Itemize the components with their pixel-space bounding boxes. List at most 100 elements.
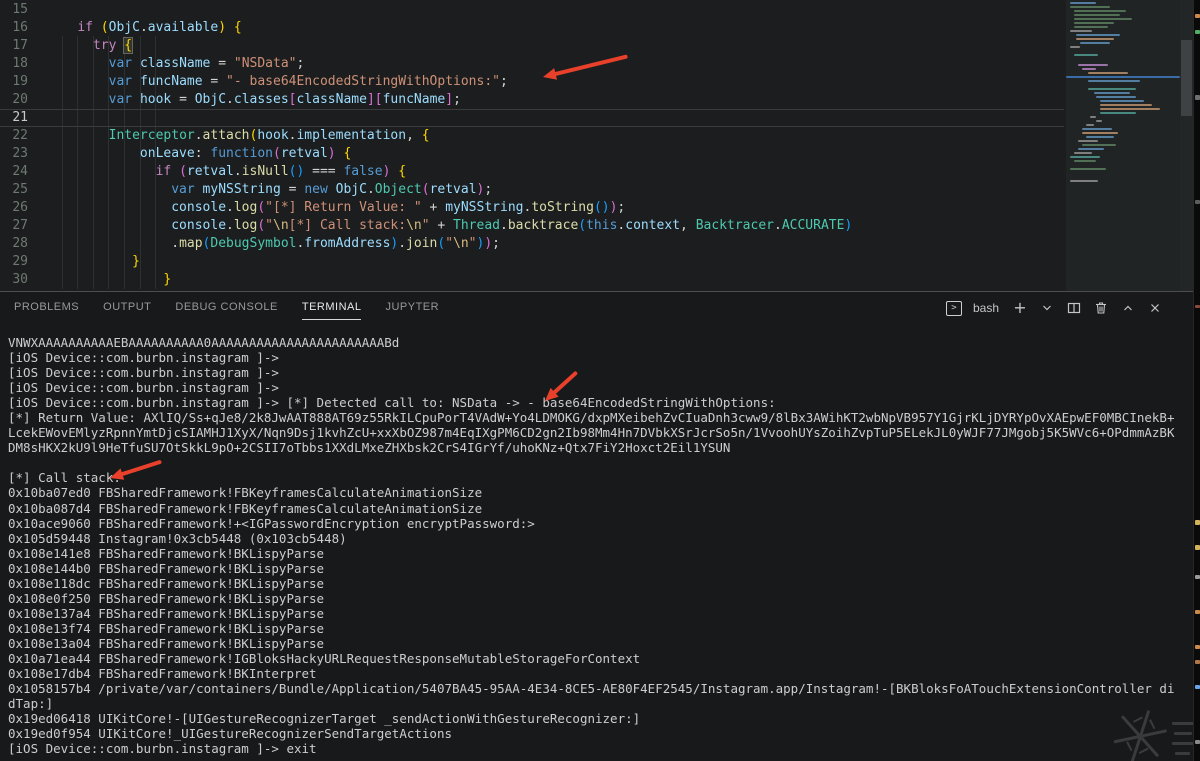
code-line-25[interactable]: 25 var myNSString = new ObjC.Object(retv… — [0, 181, 1064, 199]
sliver-fragment — [1195, 95, 1200, 100]
code-line-28[interactable]: 28 .map(DebugSymbol.fromAddress).join("\… — [0, 235, 1064, 253]
minimap-line — [1090, 116, 1096, 118]
terminal-row: 0x10ba07ed0 FBSharedFramework!FBKeyframe… — [8, 485, 483, 501]
minimap-line — [1082, 68, 1096, 70]
code-text: if (retval.isNull() === false) { — [155, 164, 407, 179]
code-line-23[interactable]: 23 onLeave: function(retval) { — [0, 145, 1064, 163]
code-line-22[interactable]: 22 Interceptor.attach(hook.implementatio… — [0, 127, 1064, 145]
code-text: } — [163, 272, 172, 287]
terminal-row: 0x10ace9060 FBSharedFramework!+<IGPasswo… — [8, 515, 535, 531]
sliver-fragment — [1195, 520, 1200, 525]
code-line-30[interactable]: 30 } — [0, 271, 1064, 289]
snowflake-icon — [1102, 698, 1178, 761]
terminal-row: LcekEWovEMlyzRpnnYmtDjcSIAMHJ1XyX/Nqn9Ds… — [8, 425, 1175, 441]
minimap-line — [1078, 64, 1108, 66]
minimap[interactable] — [1066, 0, 1180, 291]
line-number: 20 — [12, 92, 28, 107]
code-line-20[interactable]: 20 var hook = ObjC.classes[className][fu… — [0, 91, 1064, 109]
minimap-line — [1100, 112, 1136, 114]
code-text: var myNSString = new ObjC.Object(retval)… — [171, 182, 493, 197]
code-line-16[interactable]: 16 if (ObjC.available) { — [0, 19, 1064, 37]
code-text: .map(DebugSymbol.fromAddress).join("\n")… — [171, 236, 500, 251]
code-text: try { — [92, 37, 134, 54]
terminal-row: VNWXAAAAAAAAAAEBAAAAAAAAAA0AAAAAAAAAAAAA… — [8, 335, 400, 350]
editor-scrollbar-thumb[interactable] — [1181, 40, 1192, 116]
terminal-row: 0x108e13f74 FBSharedFramework!BKLispyPar… — [8, 620, 325, 636]
terminal-row: [iOS Device::com.burbn.instagram ]-> — [8, 350, 279, 366]
code-text: } — [132, 254, 140, 269]
minimap-line — [1082, 128, 1112, 130]
minimap-line — [1100, 104, 1152, 106]
line-number: 26 — [12, 200, 28, 215]
code-text: Interceptor.attach(hook.implementation, … — [108, 128, 430, 143]
code-line-18[interactable]: 18 var className = "NSData"; — [0, 55, 1064, 73]
terminal-row: 0x10a71ea44 FBSharedFramework!IGBloksHac… — [8, 650, 641, 666]
minimap-line — [1078, 140, 1098, 142]
sliver-fragment — [1195, 30, 1200, 34]
watermark-logo — [1096, 698, 1200, 761]
minimap-line — [1078, 148, 1104, 150]
terminal-row: 0x108e13a04 FBSharedFramework!BKLispyPar… — [8, 635, 325, 651]
line-number: 21 — [12, 110, 28, 125]
code-editor[interactable]: 15 16 if (ObjC.available) {17 try {18 var… — [0, 0, 1193, 291]
line-number: 25 — [12, 182, 28, 197]
line-number: 28 — [12, 236, 28, 251]
minimap-line — [1070, 46, 1080, 48]
new-terminal-icon[interactable]: + — [1012, 300, 1028, 316]
code-line-19[interactable]: 19 var funcName = "- base64EncodedString… — [0, 73, 1064, 91]
code-line-21[interactable]: 21 — [0, 109, 1064, 127]
code-line-17[interactable]: 17 try { — [0, 37, 1064, 55]
adjacent-screen-sliver — [1193, 0, 1200, 761]
split-terminal-icon[interactable] — [1066, 300, 1082, 316]
minimap-line — [1086, 136, 1114, 138]
line-number: 30 — [12, 272, 28, 287]
code-line-26[interactable]: 26 console.log("[*] Return Value: " + my… — [0, 199, 1064, 217]
code-line-15[interactable]: 15 — [0, 1, 1064, 19]
terminal-row: 0x108e0f250 FBSharedFramework!BKLispyPar… — [8, 590, 325, 606]
minimap-line — [1088, 72, 1128, 74]
minimap-line — [1096, 120, 1102, 122]
line-number: 15 — [12, 2, 28, 17]
chevron-down-icon[interactable] — [1039, 300, 1055, 316]
terminal-output[interactable]: VNWXAAAAAAAAAAEBAAAAAAAAAA0AAAAAAAAAAAAA… — [8, 335, 1193, 756]
terminal-row: 0x108e141e8 FBSharedFramework!BKLispyPar… — [8, 545, 325, 561]
sliver-fragment — [1195, 645, 1200, 649]
tab-jupyter[interactable]: JUPYTER — [385, 301, 439, 320]
close-icon[interactable] — [1147, 300, 1163, 316]
code-line-29[interactable]: 29 } — [0, 253, 1064, 271]
tab-output[interactable]: OUTPUT — [103, 301, 151, 320]
trash-icon[interactable] — [1093, 300, 1109, 316]
line-number: 29 — [12, 254, 28, 269]
sliver-fragment — [1195, 14, 1200, 18]
code-line-27[interactable]: 27 console.log("\n[*] Call stack:\n" + T… — [0, 217, 1064, 235]
minimap-line — [1074, 22, 1114, 24]
tab-terminal[interactable]: TERMINAL — [301, 301, 362, 320]
tab-debug-console[interactable]: DEBUG CONSOLE — [175, 301, 277, 320]
terminal-row: [iOS Device::com.burbn.instagram ]-> — [8, 365, 279, 381]
terminal-row: [iOS Device::com.burbn.instagram ]-> — [8, 380, 279, 396]
editor-scrollbar[interactable] — [1180, 0, 1193, 291]
minimap-line — [1070, 6, 1110, 8]
sliver-fragment — [1195, 685, 1200, 689]
line-number: 24 — [12, 164, 28, 179]
terminal-row: [iOS Device::com.burbn.instagram ]-> [*]… — [8, 395, 776, 411]
sliver-fragment — [1195, 575, 1200, 579]
vscode-window: 15 16 if (ObjC.available) {17 try {18 var… — [0, 0, 1200, 761]
sliver-fragment — [1195, 740, 1200, 744]
code-text: if (ObjC.available) { — [77, 20, 242, 35]
minimap-line — [1074, 160, 1096, 162]
code-text: var funcName = "- base64EncodedStringWit… — [108, 74, 508, 89]
terminal-row: 0x108e137a4 FBSharedFramework!BKLispyPar… — [8, 605, 325, 621]
chevron-up-icon[interactable] — [1120, 300, 1136, 316]
minimap-line — [1074, 18, 1132, 20]
tab-problems[interactable]: PROBLEMS — [14, 301, 79, 320]
code-line-24[interactable]: 24 if (retval.isNull() === false) { — [0, 163, 1064, 181]
line-number: 27 — [12, 218, 28, 233]
minimap-line — [1100, 108, 1160, 110]
line-number: 16 — [12, 20, 28, 35]
line-number: 23 — [12, 146, 28, 161]
line-number: 19 — [12, 74, 28, 89]
line-number: 18 — [12, 56, 28, 71]
minimap-line — [1086, 124, 1094, 126]
terminal-row: DM8sHKX2kU9l9HeTfuSU7OtSkkL9pO+2CSII7oTb… — [8, 440, 731, 456]
